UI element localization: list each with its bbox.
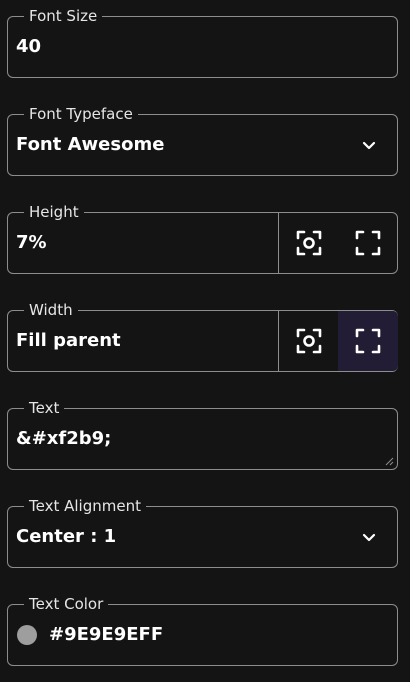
height-fit-content-button[interactable] — [279, 213, 339, 273]
font-size-field[interactable]: Font Size 40 — [7, 6, 398, 78]
color-swatch[interactable] — [17, 625, 37, 645]
text-alignment-label: Text Alignment — [24, 496, 146, 516]
font-size-value[interactable]: 40 — [8, 35, 397, 59]
height-label: Height — [24, 202, 84, 222]
text-color-label: Text Color — [24, 594, 109, 614]
fit-content-icon — [296, 230, 322, 256]
text-field[interactable]: Text &#xf2b9; — [7, 398, 398, 470]
text-color-field[interactable]: Text Color #9E9E9EFF — [7, 594, 398, 666]
font-typeface-label: Font Typeface — [24, 104, 138, 124]
text-alignment-value[interactable]: Center : 1 — [8, 525, 349, 549]
width-fill-parent-button[interactable] — [338, 311, 398, 371]
fill-parent-icon — [355, 230, 381, 256]
fit-content-icon — [296, 328, 322, 354]
width-label: Width — [24, 300, 78, 320]
chevron-down-icon[interactable] — [349, 125, 389, 165]
font-size-label: Font Size — [24, 6, 103, 26]
resize-grip-icon[interactable] — [384, 456, 394, 466]
width-field[interactable]: Width Fill parent — [7, 300, 398, 372]
text-alignment-select[interactable]: Text Alignment Center : 1 — [7, 496, 398, 568]
text-label: Text — [24, 398, 65, 418]
chevron-down-icon[interactable] — [349, 517, 389, 557]
width-fit-content-button[interactable] — [279, 311, 339, 371]
text-value[interactable]: &#xf2b9; — [8, 427, 397, 451]
font-typeface-select[interactable]: Font Typeface Font Awesome — [7, 104, 398, 176]
font-typeface-value[interactable]: Font Awesome — [8, 133, 349, 157]
fill-parent-icon — [355, 328, 381, 354]
height-field[interactable]: Height 7% — [7, 202, 398, 274]
properties-panel: Font Size 40 Font Typeface Font Awesome … — [0, 0, 410, 682]
text-color-value[interactable]: #9E9E9EFF — [49, 623, 397, 647]
height-fill-parent-button[interactable] — [338, 213, 398, 273]
